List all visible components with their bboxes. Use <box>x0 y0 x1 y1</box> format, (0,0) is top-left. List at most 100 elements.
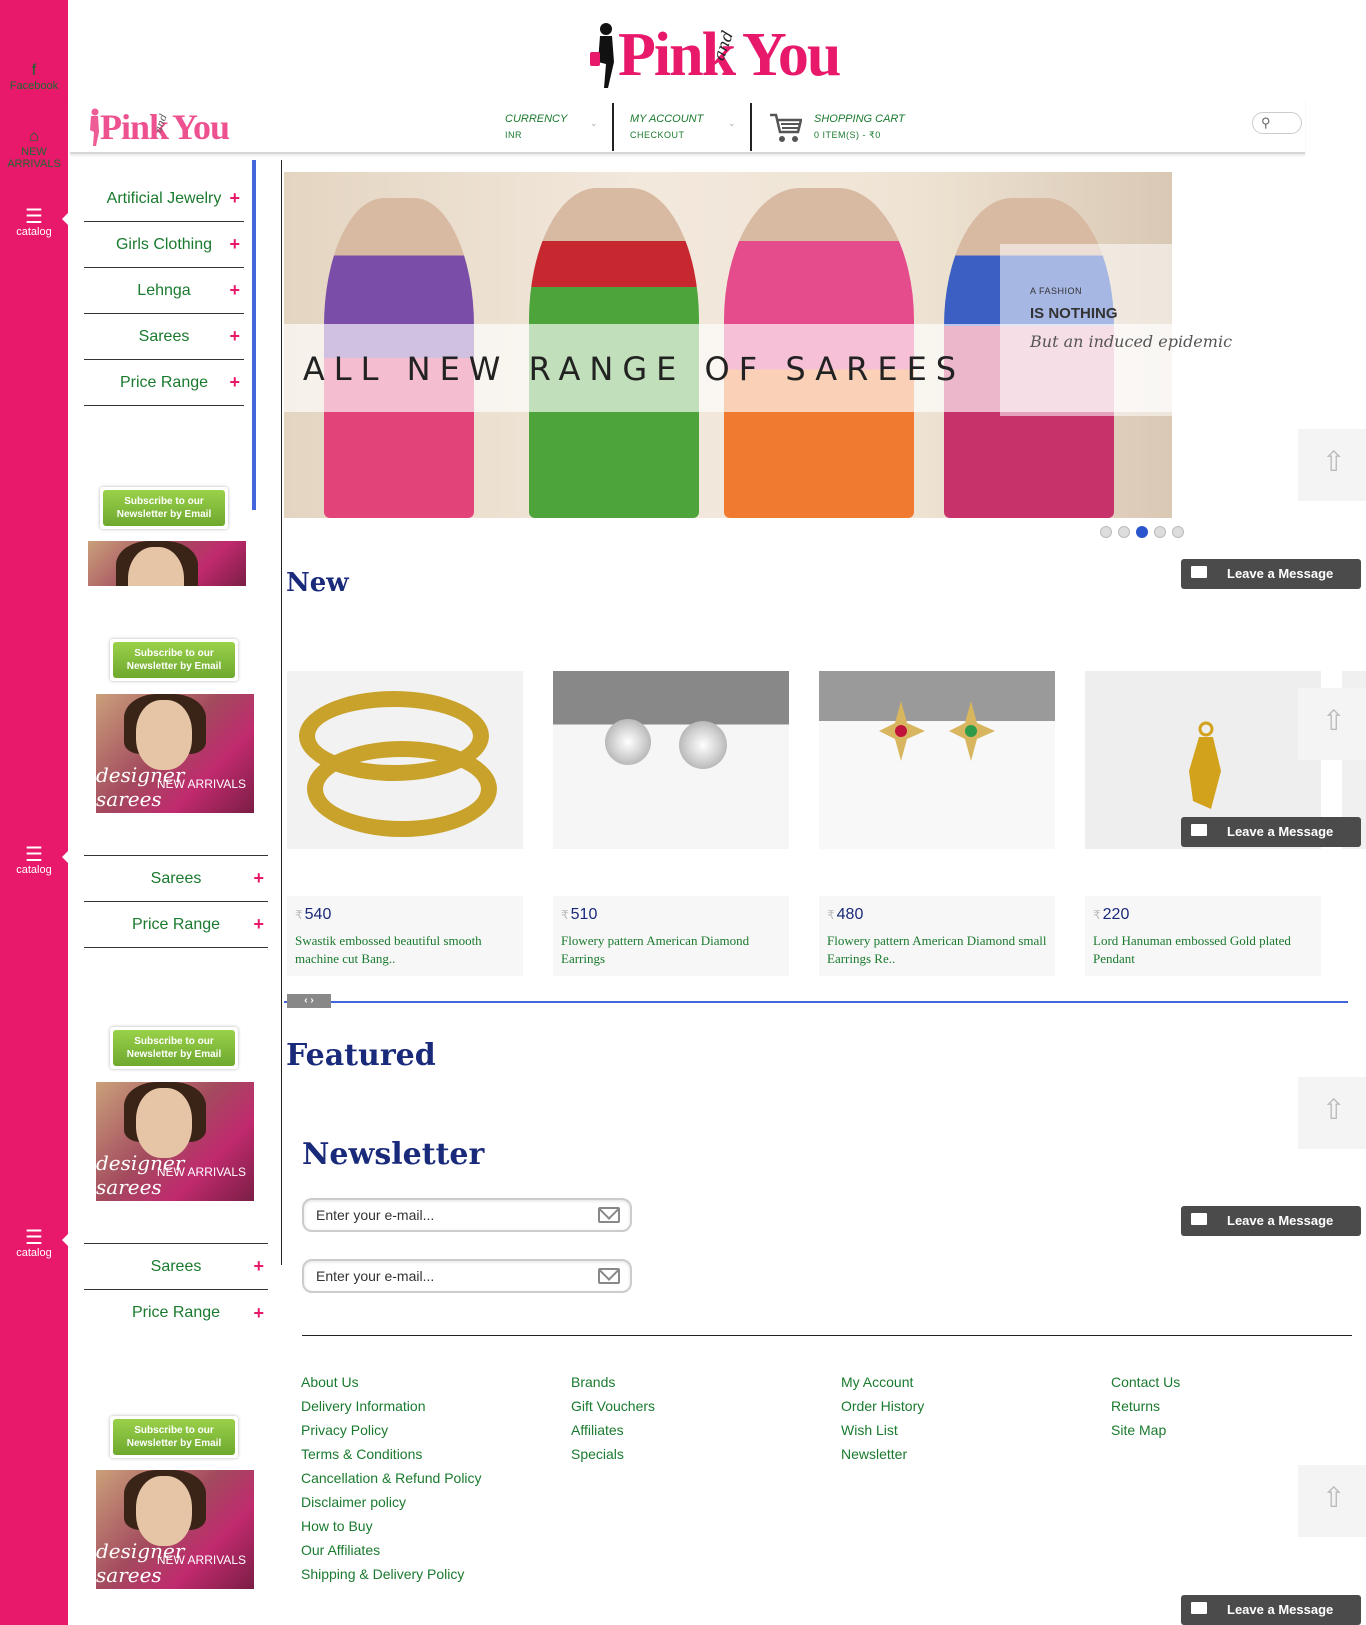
expand-plus-icon[interactable]: + <box>229 188 240 209</box>
footer-link-returns[interactable]: Returns <box>1111 1394 1180 1418</box>
footer-link-delivery-information[interactable]: Delivery Information <box>301 1394 482 1418</box>
leave-message-button[interactable]: Leave a Message <box>1181 559 1361 589</box>
menu-item-price-range[interactable]: Price Range + <box>84 360 244 406</box>
footer-link-shipping-delivery[interactable]: Shipping & Delivery Policy <box>301 1562 482 1586</box>
scroll-top-button[interactable]: ⇧ <box>1298 429 1366 501</box>
promo-banner[interactable]: NEW ARRIVALS designer sarees <box>96 694 254 813</box>
shopping-cart[interactable]: SHOPPING CART 0 ITEM(S) - ₹0 <box>814 111 905 143</box>
footer-link-order-history[interactable]: Order History <box>841 1394 924 1418</box>
slider-dot[interactable] <box>1172 526 1184 538</box>
footer-link-affiliates[interactable]: Affiliates <box>571 1418 655 1442</box>
scroll-top-button[interactable]: ⇧ <box>1298 688 1366 760</box>
slider-dot[interactable] <box>1118 526 1130 538</box>
catalog-toggle-2[interactable]: ☰ catalog <box>0 845 68 876</box>
footer-link-our-affiliates[interactable]: Our Affiliates <box>301 1538 482 1562</box>
leave-message-button[interactable]: Leave a Message <box>1181 1206 1361 1236</box>
new-arrivals-link[interactable]: ⌂ NEW ARRIVALS <box>0 128 68 170</box>
menu-item-sarees[interactable]: Sarees + <box>84 1244 268 1290</box>
footer-link-terms[interactable]: Terms & Conditions <box>301 1442 482 1466</box>
product-card[interactable]: ₹510 Flowery pattern American Diamond Ea… <box>553 671 789 976</box>
product-image[interactable] <box>287 671 523 849</box>
slider-dot-active[interactable] <box>1136 526 1148 538</box>
expand-plus-icon[interactable]: + <box>229 280 240 301</box>
footer-link-about-us[interactable]: About Us <box>301 1370 482 1394</box>
menu-item-sarees[interactable]: Sarees + <box>84 314 244 360</box>
product-name-link[interactable]: Flowery pattern American Diamond small E… <box>827 932 1047 968</box>
scroll-top-button[interactable]: ⇧ <box>1298 1077 1366 1149</box>
footer-divider <box>302 1335 1352 1336</box>
menu-item-lehnga[interactable]: Lehnga + <box>84 268 244 314</box>
site-logo-small[interactable]: Pink and You <box>86 106 236 152</box>
category-menu: Artificial Jewelry + Girls Clothing + Lehn… <box>84 176 244 406</box>
product-image[interactable] <box>819 671 1055 849</box>
footer-link-newsletter[interactable]: Newsletter <box>841 1442 924 1466</box>
account-menu[interactable]: MY ACCOUNT CHECKOUT <box>630 111 703 143</box>
expand-plus-icon[interactable]: + <box>253 914 264 935</box>
footer-link-privacy-policy[interactable]: Privacy Policy <box>301 1418 482 1442</box>
product-name-link[interactable]: Flowery pattern American Diamond Earring… <box>561 932 781 968</box>
promo-banner-cropped[interactable] <box>88 541 246 586</box>
expand-plus-icon[interactable]: + <box>253 1256 264 1277</box>
subscribe-newsletter-button[interactable]: Subscribe to our Newsletter by Email <box>100 487 228 529</box>
expand-plus-icon[interactable]: + <box>253 868 264 889</box>
rail-pointer <box>62 211 70 227</box>
footer-link-cancellation-refund[interactable]: Cancellation & Refund Policy <box>301 1466 482 1490</box>
leave-message-button[interactable]: Leave a Message <box>1181 817 1361 847</box>
catalog-toggle-1[interactable]: ☰ catalog <box>0 206 68 238</box>
slider-dot[interactable] <box>1154 526 1166 538</box>
footer-link-my-account[interactable]: My Account <box>841 1370 924 1394</box>
promo-model-face <box>136 700 192 770</box>
product-card[interactable]: ₹540 Swastik embossed beautiful smooth m… <box>287 671 523 976</box>
product-card[interactable]: ₹480 Flowery pattern American Diamond sm… <box>819 671 1055 976</box>
search-box[interactable]: ⚲ <box>1252 112 1302 134</box>
arrow-up-icon: ⇧ <box>1322 1094 1346 1125</box>
currency-selector[interactable]: CURRENCY INR <box>505 111 567 143</box>
scroll-top-button[interactable]: ⇧ <box>1298 1465 1366 1537</box>
expand-plus-icon[interactable]: + <box>229 234 240 255</box>
menu-item-price-range[interactable]: Price Range + <box>84 902 268 948</box>
footer-link-wish-list[interactable]: Wish List <box>841 1418 924 1442</box>
catalog-toggle-3[interactable]: ☰ catalog <box>0 1228 68 1259</box>
menu-item-sarees[interactable]: Sarees + <box>84 856 268 902</box>
product-name-link[interactable]: Swastik embossed beautiful smooth machin… <box>295 932 515 968</box>
site-logo-large[interactable]: Pink and You <box>590 18 850 94</box>
menu-item-price-range[interactable]: Price Range + <box>84 1290 268 1336</box>
subscribe-newsletter-button[interactable]: Subscribe to our Newsletter by Email <box>110 1027 238 1069</box>
menu-item-girls-clothing[interactable]: Girls Clothing + <box>84 222 244 268</box>
newsletter-email-field[interactable] <box>302 1259 632 1293</box>
expand-plus-icon[interactable]: + <box>229 372 240 393</box>
rail-pointer <box>62 1232 70 1248</box>
cart-icon[interactable] <box>768 112 802 144</box>
carousel-scrollbar[interactable] <box>284 1001 1348 1003</box>
subscribe-newsletter-button[interactable]: Subscribe to our Newsletter by Email <box>110 1416 238 1458</box>
footer-link-disclaimer[interactable]: Disclaimer policy <box>301 1490 482 1514</box>
menu-icon: ☰ <box>25 206 43 228</box>
slider-dot[interactable] <box>1100 526 1112 538</box>
carousel-nav-arrows[interactable]: ‹ › <box>287 994 331 1008</box>
subscribe-newsletter-button[interactable]: Subscribe to our Newsletter by Email <box>110 639 238 681</box>
hero-tagline-italic: But an induced epidemic <box>1030 332 1233 351</box>
promo-banner[interactable]: NEW ARRIVALS designer sarees <box>96 1470 254 1589</box>
expand-plus-icon[interactable]: + <box>229 326 240 347</box>
product-image[interactable] <box>553 671 789 849</box>
footer-column-extras: Brands Gift Vouchers Affiliates Specials <box>571 1370 655 1466</box>
sidebar-scrollbar[interactable] <box>252 160 256 510</box>
email-input[interactable] <box>316 1268 586 1284</box>
footer-link-specials[interactable]: Specials <box>571 1442 655 1466</box>
footer-link-gift-vouchers[interactable]: Gift Vouchers <box>571 1394 655 1418</box>
expand-plus-icon[interactable]: + <box>253 1303 264 1324</box>
leave-message-button[interactable]: Leave a Message <box>1181 1595 1361 1625</box>
footer-link-site-map[interactable]: Site Map <box>1111 1418 1180 1442</box>
promo-banner[interactable]: NEW ARRIVALS designer sarees <box>96 1082 254 1201</box>
new-arrivals-icon: ⌂ <box>29 128 39 145</box>
footer-link-brands[interactable]: Brands <box>571 1370 655 1394</box>
newsletter-email-field[interactable] <box>302 1198 632 1232</box>
facebook-link[interactable]: f Facebook <box>0 62 68 92</box>
product-name-link[interactable]: Lord Hanuman embossed Gold plated Pendan… <box>1093 932 1313 968</box>
footer-link-contact-us[interactable]: Contact Us <box>1111 1370 1180 1394</box>
envelope-icon[interactable] <box>598 1268 620 1284</box>
footer-link-how-to-buy[interactable]: How to Buy <box>301 1514 482 1538</box>
envelope-icon[interactable] <box>598 1207 620 1223</box>
email-input[interactable] <box>316 1207 586 1223</box>
menu-item-artificial-jewelry[interactable]: Artificial Jewelry + <box>84 176 244 222</box>
